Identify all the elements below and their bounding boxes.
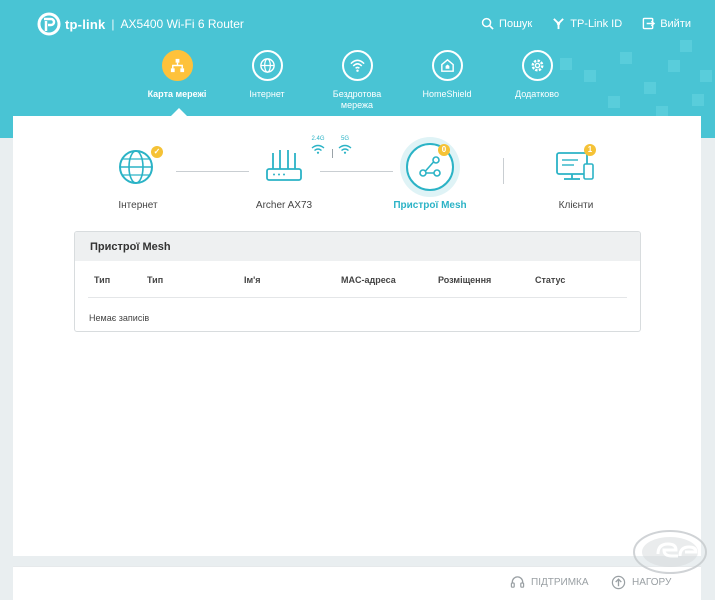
topology-internet-label: Інтернет bbox=[118, 200, 158, 211]
topology-mesh-label: Пристрої Mesh bbox=[393, 200, 467, 211]
panel-title: Пристрої Mesh bbox=[75, 232, 640, 261]
topology-mesh[interactable]: 0 Пристрої Mesh bbox=[370, 137, 490, 211]
support-label: ПІДТРИМКА bbox=[531, 577, 589, 588]
nav-wireless[interactable]: Бездротова мережа bbox=[312, 50, 402, 111]
tplink-logo[interactable]: tp-link | AX5400 Wi-Fi 6 Router bbox=[37, 12, 244, 36]
watermark-logo bbox=[633, 530, 707, 574]
nav-network-map-label: Карта мережі bbox=[147, 89, 207, 99]
search-link[interactable]: Пошук bbox=[481, 17, 532, 30]
back-to-top-label: НАГОРУ bbox=[632, 577, 672, 588]
back-to-top-link[interactable]: НАГОРУ bbox=[611, 575, 671, 590]
table-header: Тип Тип Ім'я MAC-адреса Розміщення Стату… bbox=[88, 261, 627, 298]
tplink-id-label: TP-Link ID bbox=[570, 17, 623, 30]
header-pattern bbox=[668, 60, 680, 72]
clients-count-badge: 1 bbox=[584, 144, 596, 156]
router-icon bbox=[264, 138, 304, 196]
nav-homeshield[interactable]: HomeShield bbox=[402, 50, 492, 111]
header-pattern bbox=[692, 94, 704, 106]
nav-network-map[interactable]: Карта мережі bbox=[132, 50, 222, 111]
active-nav-caret bbox=[171, 108, 187, 116]
internet-globe-icon: ✓ bbox=[118, 138, 163, 196]
logout-icon bbox=[642, 17, 656, 30]
topology-clients[interactable]: 1 Клієнти bbox=[516, 138, 636, 211]
nav-internet-label: Інтернет bbox=[249, 89, 285, 99]
globe-icon bbox=[251, 50, 283, 81]
topology-internet[interactable]: ✓ Інтернет bbox=[78, 138, 198, 211]
home-shield-icon bbox=[431, 50, 463, 81]
nav-homeshield-label: HomeShield bbox=[422, 89, 472, 99]
main-content: 2.4G 5G ✓ Інтернет Archer AX73 0 Пристро… bbox=[13, 108, 701, 556]
column-location: Розміщення bbox=[438, 275, 492, 285]
nav-advanced[interactable]: Додатково bbox=[492, 50, 582, 111]
headset-icon bbox=[510, 576, 525, 588]
brand-separator: | bbox=[111, 17, 115, 31]
header-pattern bbox=[584, 70, 596, 82]
tplink-id-link[interactable]: TP-Link ID bbox=[552, 17, 622, 30]
column-type-2: Тип bbox=[147, 275, 164, 285]
search-link-label: Пошук bbox=[499, 17, 533, 30]
topology-router-label: Archer AX73 bbox=[255, 200, 313, 211]
arrow-up-circle-icon bbox=[611, 575, 626, 590]
logout-label: Вийти bbox=[660, 17, 691, 30]
footer-bar: ПІДТРИМКА НАГОРУ bbox=[13, 566, 701, 600]
mesh-count-badge: 0 bbox=[438, 144, 450, 156]
wifi-icon bbox=[341, 50, 373, 81]
logout-link[interactable]: Вийти bbox=[642, 17, 691, 30]
topology-divider bbox=[503, 158, 504, 184]
header-pattern bbox=[680, 40, 692, 52]
nav-wireless-label: Бездротова мережа bbox=[332, 89, 382, 110]
network-topology: 2.4G 5G ✓ Інтернет Archer AX73 0 Пристро… bbox=[13, 136, 701, 218]
search-icon bbox=[481, 17, 494, 30]
header-pattern bbox=[620, 52, 632, 64]
column-type: Тип bbox=[94, 275, 111, 285]
tplink-id-icon bbox=[553, 18, 565, 30]
nav-internet[interactable]: Інтернет bbox=[222, 50, 312, 111]
gear-icon bbox=[521, 50, 553, 81]
mesh-devices-panel: Пристрої Mesh Тип Тип Ім'я MAC-адреса Ро… bbox=[74, 231, 641, 332]
clients-devices-icon: 1 bbox=[554, 138, 598, 196]
empty-table-message: Немає записів bbox=[89, 313, 150, 323]
brand-name: tp-link bbox=[65, 16, 106, 32]
model-name: AX5400 Wi-Fi 6 Router bbox=[120, 17, 244, 31]
header-pattern bbox=[700, 70, 712, 82]
tplink-logo-icon bbox=[37, 12, 61, 36]
mesh-node-icon: 0 bbox=[400, 137, 460, 197]
support-link[interactable]: ПІДТРИМКА bbox=[510, 575, 589, 590]
column-name: Ім'я bbox=[244, 275, 261, 285]
header-pattern bbox=[644, 82, 656, 94]
top-links: Пошук TP-Link ID Вийти bbox=[481, 17, 691, 30]
column-status: Статус bbox=[535, 275, 566, 285]
main-nav: Карта мережі Інтернет Бездротова мережа … bbox=[132, 50, 582, 111]
network-map-icon bbox=[161, 50, 193, 81]
check-badge-icon: ✓ bbox=[151, 146, 163, 158]
nav-advanced-label: Додатково bbox=[515, 89, 559, 99]
topology-router[interactable]: Archer AX73 bbox=[224, 138, 344, 211]
topology-clients-label: Клієнти bbox=[558, 200, 594, 211]
header-pattern bbox=[608, 96, 620, 108]
column-mac: MAC-адреса bbox=[341, 275, 396, 285]
